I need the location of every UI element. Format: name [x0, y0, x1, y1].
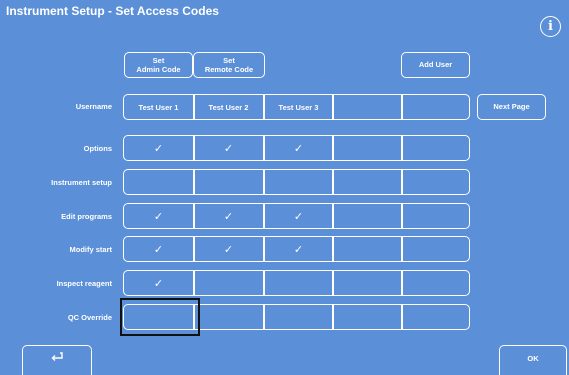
set-admin-line2: Admin Code	[136, 65, 181, 74]
check-cell[interactable]: ✓	[194, 136, 263, 160]
check-cell[interactable]: ✓	[124, 271, 193, 295]
check-cell[interactable]	[194, 305, 263, 329]
permission-row-modify-start: ✓ ✓ ✓	[123, 236, 470, 262]
selection-highlight	[120, 298, 200, 336]
check-cell[interactable]	[333, 136, 402, 160]
check-cell[interactable]: ✓	[124, 237, 193, 261]
permission-label-qc-override: QC Override	[67, 313, 112, 322]
check-cell[interactable]: ✓	[194, 237, 263, 261]
add-user-button[interactable]: Add User	[401, 52, 470, 78]
ok-button[interactable]: OK	[499, 345, 567, 375]
window-title: Instrument Setup - Set Access Codes	[6, 4, 219, 18]
check-cell[interactable]	[333, 305, 402, 329]
set-admin-code-button[interactable]: Set Admin Code	[124, 52, 193, 78]
check-cell[interactable]	[333, 237, 402, 261]
user-cell-3[interactable]: Test User 3	[264, 95, 333, 119]
permission-label-modify-start: Modify start	[69, 245, 112, 254]
permission-row-options: ✓ ✓ ✓	[123, 135, 470, 161]
permission-row-edit-programs: ✓ ✓ ✓	[123, 203, 470, 229]
check-cell[interactable]	[264, 305, 333, 329]
permission-row-instrument-setup	[123, 169, 470, 195]
back-arrow-icon	[51, 351, 63, 361]
permission-row-inspect-reagent: ✓	[123, 270, 470, 296]
check-cell[interactable]	[194, 170, 263, 194]
info-icon[interactable]: i	[540, 16, 561, 37]
permission-label-edit-programs: Edit programs	[61, 212, 112, 221]
permission-label-options: Options	[83, 144, 112, 153]
ok-label: OK	[527, 353, 539, 363]
check-cell[interactable]: ✓	[264, 136, 333, 160]
next-page-button[interactable]: Next Page	[477, 94, 546, 120]
check-cell[interactable]	[264, 271, 333, 295]
check-cell[interactable]	[402, 271, 471, 295]
check-cell[interactable]	[402, 136, 471, 160]
user-cell-2[interactable]: Test User 2	[194, 95, 263, 119]
check-cell[interactable]: ✓	[264, 204, 333, 228]
user-cell-1[interactable]: Test User 1	[124, 95, 193, 119]
username-row: Test User 1 Test User 2 Test User 3	[123, 94, 470, 120]
check-cell[interactable]	[333, 271, 402, 295]
permission-label-inspect-reagent: Inspect reagent	[56, 279, 112, 288]
user-cell-5[interactable]	[402, 95, 471, 119]
check-cell[interactable]	[402, 204, 471, 228]
check-cell[interactable]: ✓	[124, 136, 193, 160]
check-cell[interactable]	[402, 170, 471, 194]
user-cell-4[interactable]	[333, 95, 402, 119]
check-cell[interactable]	[333, 170, 402, 194]
permission-label-instrument-setup: Instrument setup	[51, 178, 112, 187]
check-cell[interactable]: ✓	[194, 204, 263, 228]
back-button[interactable]	[22, 345, 92, 375]
check-cell[interactable]	[333, 204, 402, 228]
check-cell[interactable]	[264, 170, 333, 194]
check-cell[interactable]	[194, 271, 263, 295]
check-cell[interactable]: ✓	[124, 204, 193, 228]
check-cell[interactable]: ✓	[264, 237, 333, 261]
set-remote-code-button[interactable]: Set Remote Code	[193, 52, 265, 78]
username-label: Username	[75, 102, 112, 111]
set-admin-line1: Set	[152, 55, 165, 65]
set-remote-line2: Remote Code	[204, 65, 254, 74]
check-cell[interactable]	[124, 170, 193, 194]
set-remote-line1: Set	[223, 55, 235, 65]
check-cell[interactable]	[402, 305, 471, 329]
check-cell[interactable]	[402, 237, 471, 261]
